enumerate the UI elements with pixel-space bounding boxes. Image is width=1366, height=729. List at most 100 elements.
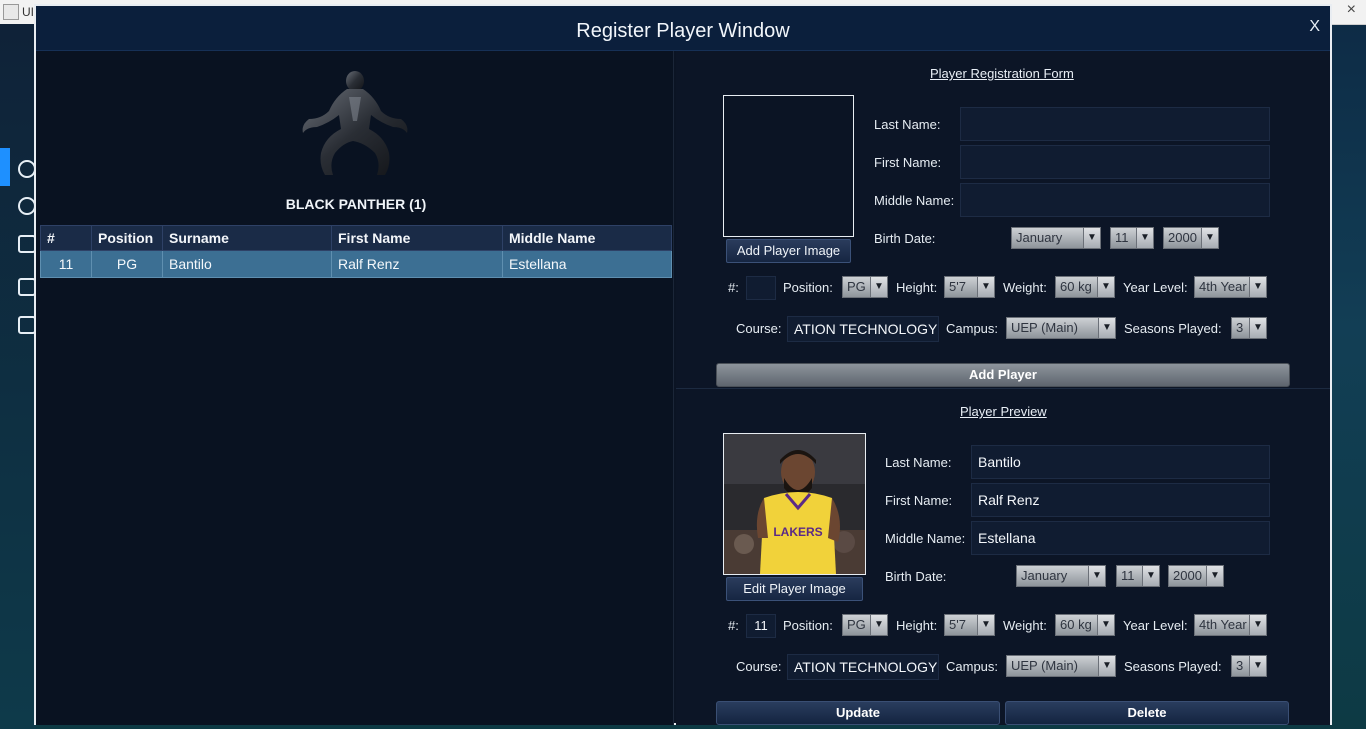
team-name: BLACK PANTHER (1) [285,196,427,212]
update-button[interactable]: Update [716,701,1000,725]
preview-year-level-value: 4th Year [1199,617,1247,632]
cell-position[interactable]: PG [91,250,163,278]
preview-height-value: 5'7 [949,617,966,632]
course-field[interactable]: ATION TECHNOLOGY [787,316,939,342]
preview-position-value: PG [847,617,866,632]
campus-label: Campus: [946,321,999,336]
preview-birth-day-select[interactable]: 11 [1116,565,1160,587]
first-name-label: First Name: [874,155,942,170]
close-icon[interactable]: × [1347,1,1356,19]
height-value: 5'7 [949,279,966,294]
chevron-down-icon [1249,615,1266,635]
chevron-down-icon [1142,566,1159,586]
chevron-down-icon [1098,318,1115,338]
table-header-row: # Position Surname First Name Middle Nam… [40,225,672,251]
chevron-down-icon [1249,277,1266,297]
table-row[interactable]: 11 PG Bantilo Ralf Renz Estellana [40,250,672,278]
birth-day-value: 11 [1115,230,1129,245]
birth-month-value: January [1016,230,1063,245]
middle-name-label: Middle Name: [874,193,955,208]
birth-date-label: Birth Date: [874,231,936,246]
chevron-down-icon [1098,656,1115,676]
chevron-down-icon [870,615,887,635]
campus-select[interactable]: UEP (Main) [1006,317,1116,339]
position-label: Position: [783,280,833,295]
number-label: #: [728,280,739,295]
section-divider [676,388,1330,389]
chevron-down-icon [1088,566,1105,586]
preview-height-select[interactable]: 5'7 [944,614,995,636]
last-name-field[interactable] [960,107,1270,141]
column-header-position[interactable]: Position [91,225,163,251]
preview-birth-year-select[interactable]: 2000 [1168,565,1224,587]
delete-button[interactable]: Delete [1005,701,1289,725]
add-player-image-button[interactable]: Add Player Image [726,239,851,263]
cell-middle-name[interactable]: Estellana [502,250,672,278]
player-preview-title: Player Preview [960,404,1047,419]
preview-first-name-field[interactable]: Ralf Renz [971,483,1270,517]
preview-campus-label: Campus: [946,659,999,674]
chevron-down-icon [870,277,887,297]
registration-form-title: Player Registration Form [930,66,1074,81]
preview-campus-select[interactable]: UEP (Main) [1006,655,1116,677]
register-player-window: Register Player Window X BLACK PANTHER (… [34,4,1332,725]
cell-first-name[interactable]: Ralf Renz [331,250,503,278]
first-name-field[interactable] [960,145,1270,179]
preview-birth-date-label: Birth Date: [885,569,947,584]
preview-course-field[interactable]: ATION TECHNOLOGY [787,654,939,680]
birth-year-select[interactable]: 2000 [1163,227,1219,249]
birth-day-select[interactable]: 11 [1110,227,1154,249]
edit-player-image-button[interactable]: Edit Player Image [726,577,863,601]
chevron-down-icon [1097,277,1114,297]
weight-label: Weight: [1003,280,1047,295]
chevron-down-icon [977,277,994,297]
weight-select[interactable]: 60 kg [1055,276,1115,298]
player-image-placeholder [723,95,854,237]
chevron-down-icon [977,615,994,635]
year-level-select[interactable]: 4th Year [1194,276,1267,298]
height-label: Height: [896,280,938,295]
cell-number[interactable]: 11 [40,250,92,278]
window-title: Register Player Window [576,20,790,42]
preview-seasons-played-select[interactable]: 3 [1231,655,1267,677]
course-label: Course: [736,321,782,336]
preview-seasons-played-label: Seasons Played: [1124,659,1222,674]
preview-weight-value: 60 kg [1060,617,1092,632]
preview-birth-month-select[interactable]: January [1016,565,1106,587]
preview-seasons-played-value: 3 [1236,658,1244,673]
add-player-button[interactable]: Add Player [716,363,1290,387]
height-select[interactable]: 5'7 [944,276,995,298]
window-title-bar: Register Player Window X [36,6,1330,51]
background-app-title: UI [22,5,34,19]
campus-value: UEP (Main) [1011,320,1078,335]
player-photo: LAKERS [723,433,866,575]
middle-name-field[interactable] [960,183,1270,217]
chevron-down-icon [1136,228,1153,248]
number-field[interactable] [746,276,776,300]
column-header-middle-name[interactable]: Middle Name [502,225,672,251]
seasons-played-select[interactable]: 3 [1231,317,1267,339]
preview-year-level-select[interactable]: 4th Year [1194,614,1267,636]
position-select[interactable]: PG [842,276,888,298]
column-header-number[interactable]: # [40,225,92,251]
preview-weight-select[interactable]: 60 kg [1055,614,1115,636]
preview-middle-name-field[interactable]: Estellana [971,521,1270,555]
preview-last-name-field[interactable]: Bantilo [971,445,1270,479]
seasons-played-label: Seasons Played: [1124,321,1222,336]
last-name-label: Last Name: [874,117,941,132]
column-header-surname[interactable]: Surname [162,225,332,251]
preview-number-field[interactable]: 11 [746,614,776,638]
jersey-text: LAKERS [773,525,822,539]
preview-birth-month-value: January [1021,568,1068,583]
preview-campus-value: UEP (Main) [1011,658,1078,673]
column-header-first-name[interactable]: First Name [331,225,503,251]
birth-month-select[interactable]: January [1011,227,1101,249]
window-close-button[interactable]: X [1309,18,1320,36]
year-level-value: 4th Year [1199,279,1247,294]
chevron-down-icon [1249,318,1266,338]
preview-position-label: Position: [783,618,833,633]
preview-position-select[interactable]: PG [842,614,888,636]
preview-weight-label: Weight: [1003,618,1047,633]
cell-surname[interactable]: Bantilo [162,250,332,278]
preview-first-name-label: First Name: [885,493,953,508]
